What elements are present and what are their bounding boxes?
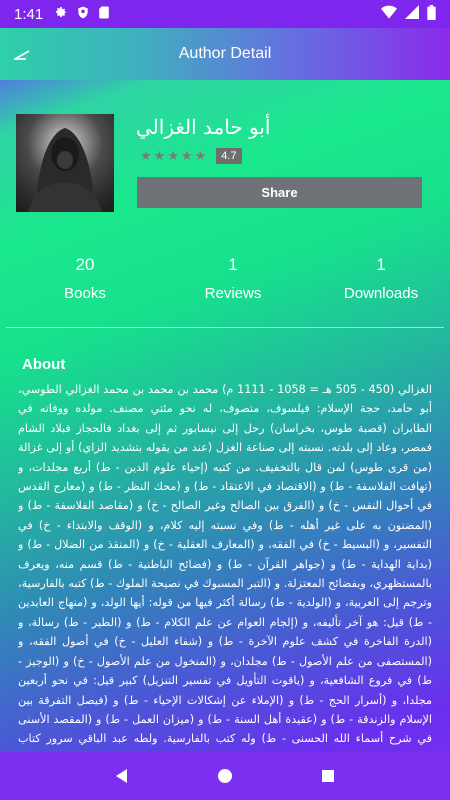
back-arrow-icon[interactable] [10, 42, 34, 66]
about-text: الغزالي (450 - 505 هـ = 1058 - 1111 م) م… [18, 383, 432, 746]
star-icon: ★ [140, 148, 152, 164]
page-title: Author Detail [178, 45, 272, 62]
status-right-icons [381, 4, 436, 24]
about-heading: About [22, 356, 66, 373]
books-count: 20 [75, 255, 95, 274]
system-nav-bar [0, 752, 450, 800]
star-icon: ★ [194, 148, 207, 164]
status-left-icons [53, 5, 110, 24]
author-avatar [16, 114, 114, 212]
shield-icon [76, 5, 90, 24]
star-icon: ★ [167, 148, 179, 164]
stat-books[interactable]: 20 Books [20, 255, 150, 302]
author-rating: ★ ★ ★ ★ ★ 4.7 [140, 148, 242, 164]
wifi-icon [381, 5, 397, 23]
status-time: 1:41 [14, 5, 44, 23]
back-triangle-icon[interactable] [107, 761, 137, 791]
downloads-count: 1 [376, 255, 386, 274]
reviews-count: 1 [228, 255, 238, 274]
battery-icon [427, 4, 436, 24]
status-bar: 1:41 [0, 0, 450, 28]
author-stats: 20 Books 1 Reviews 1 Downloads [0, 255, 450, 315]
home-circle-icon[interactable] [210, 761, 240, 791]
app-bar: Author Detail [0, 28, 450, 80]
signal-icon [405, 5, 419, 23]
star-icon: ★ [153, 148, 166, 164]
stat-downloads[interactable]: 1 Downloads [316, 255, 446, 302]
recents-square-icon[interactable] [313, 761, 343, 791]
gear-icon [53, 5, 68, 24]
books-label: Books [64, 285, 106, 302]
rating-value: 4.7 [216, 148, 242, 164]
author-name: أبو حامد الغزالي [136, 115, 271, 139]
star-icon: ★ [180, 148, 193, 164]
reviews-label: Reviews [204, 285, 262, 302]
divider [6, 327, 444, 328]
rating-stars[interactable]: ★ ★ ★ ★ ★ [140, 149, 206, 164]
share-button[interactable]: Share [137, 177, 422, 208]
sd-card-icon [98, 5, 110, 24]
downloads-label: Downloads [343, 285, 419, 302]
stat-reviews[interactable]: 1 Reviews [168, 255, 298, 302]
